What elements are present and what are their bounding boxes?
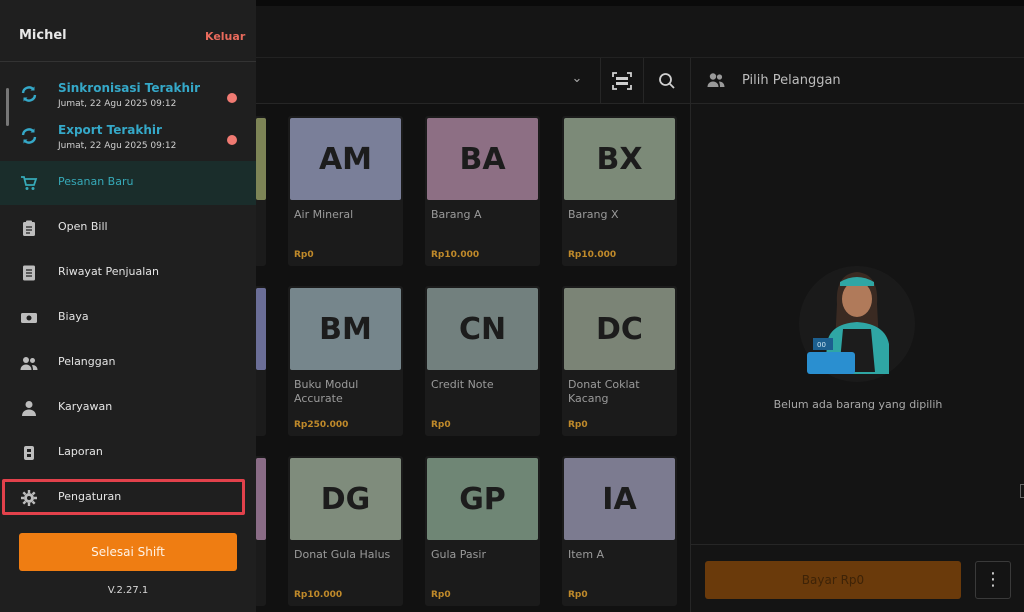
product-thumb <box>256 458 266 540</box>
product-price: Rp0 <box>294 250 314 260</box>
product-name: Item A <box>568 548 605 561</box>
cashier-illustration: 00 <box>799 266 915 382</box>
search-icon <box>659 73 675 89</box>
customer-placeholder: Pilih Pelanggan <box>742 73 841 88</box>
menu-label: Biaya <box>58 310 89 323</box>
product-thumb: CN <box>427 288 538 370</box>
product-price: Rp0 <box>431 420 451 430</box>
pos-app: ⌄ AM Air Mineral Rp0 BA Barang A Rp10.00… <box>0 0 1024 612</box>
barcode-scan-icon <box>612 72 632 90</box>
end-shift-button[interactable]: Selesai Shift <box>19 533 237 571</box>
menu-label: Open Bill <box>58 220 108 233</box>
app-version: V.2.27.1 <box>107 585 149 596</box>
product-thumb: BM <box>290 288 401 370</box>
product-thumb <box>256 118 266 200</box>
sidebar-item-laporan[interactable]: Laporan <box>0 431 256 475</box>
sync-title: Sinkronisasi Terakhir <box>58 81 201 95</box>
highlight-box <box>2 479 245 515</box>
product-name: Donat Gula Halus <box>294 548 391 561</box>
edge-handle <box>1020 484 1024 498</box>
pay-button[interactable]: Bayar Rp0 <box>705 561 961 599</box>
export-status-item[interactable]: Export Terakhir Jumat, 22 Agu 2025 09:12 <box>0 117 256 161</box>
product-card[interactable]: GP Gula Pasir Rp0 <box>425 456 540 606</box>
product-card[interactable]: BX Barang X Rp10.000 <box>562 116 677 266</box>
product-card[interactable]: BM Buku Modul Accurate Rp250.000 <box>288 286 403 436</box>
cart-footer: Bayar Rp0 ⋮ <box>691 544 1024 612</box>
menu-label: Laporan <box>58 445 103 458</box>
product-name: Barang A <box>431 208 482 221</box>
search-button[interactable] <box>644 58 690 104</box>
product-card[interactable]: DC Donat Coklat Kacang Rp0 <box>562 286 677 436</box>
menu-label: Riwayat Penjualan <box>58 265 160 278</box>
sidebar-item-open-bill[interactable]: Open Bill <box>0 206 256 250</box>
product-thumb: BA <box>427 118 538 200</box>
customer-selector[interactable]: Pilih Pelanggan <box>691 58 1024 104</box>
more-options-button[interactable]: ⋮ <box>975 561 1011 599</box>
product-card[interactable]: AM Air Mineral Rp0 <box>288 116 403 266</box>
product-price: Rp10.000 <box>431 250 480 260</box>
product-price: Rp250.000 <box>294 420 349 430</box>
product-price: Rp0 <box>431 590 451 600</box>
export-title: Export Terakhir <box>58 123 162 137</box>
person-icon <box>22 401 36 416</box>
money-icon <box>21 313 37 323</box>
menu-label: Pesanan Baru <box>58 175 134 188</box>
product-price: Rp0 <box>568 590 588 600</box>
sync-icon <box>21 86 37 102</box>
product-grid: AM Air Mineral Rp0 BA Barang A Rp10.000 … <box>254 104 690 612</box>
barcode-scan-button[interactable] <box>600 58 644 104</box>
product-card[interactable]: DG Donat Gula Halus Rp10.000 <box>288 456 403 606</box>
sidebar-menu: Michel Keluar Sinkronisasi Terakhir Juma… <box>0 0 256 612</box>
user-name: Michel <box>19 28 67 43</box>
sync-icon <box>21 128 37 144</box>
export-date: Jumat, 22 Agu 2025 09:12 <box>58 141 177 151</box>
product-thumb: IA <box>564 458 675 540</box>
logout-button[interactable]: Keluar <box>205 30 245 43</box>
product-name: Donat Coklat Kacang <box>568 378 640 405</box>
menu-label: Pelanggan <box>58 355 116 368</box>
sidebar-item-pelanggan[interactable]: Pelanggan <box>0 341 256 385</box>
product-name: Gula Pasir <box>431 548 486 561</box>
more-vertical-icon: ⋮ <box>984 569 1002 590</box>
product-toolbar: ⌄ <box>256 58 690 104</box>
report-icon <box>24 446 34 460</box>
document-icon <box>23 265 35 281</box>
product-name: Credit Note <box>431 378 494 391</box>
sidebar-header: Michel Keluar <box>0 0 256 62</box>
product-card[interactable]: CN Credit Note Rp0 <box>425 286 540 436</box>
product-name: Air Mineral <box>294 208 354 221</box>
users-icon <box>20 357 38 370</box>
product-price: Rp0 <box>568 420 588 430</box>
status-dot <box>227 93 237 103</box>
product-thumb <box>256 288 266 370</box>
product-name: Barang X <box>568 208 619 221</box>
sidebar-item-pesanan-baru[interactable]: Pesanan Baru <box>0 161 256 205</box>
product-thumb: DG <box>290 458 401 540</box>
svg-text:00: 00 <box>817 341 826 349</box>
chevron-down-icon[interactable]: ⌄ <box>568 70 586 88</box>
sync-status-item[interactable]: Sinkronisasi Terakhir Jumat, 22 Agu 2025… <box>0 75 256 119</box>
product-card[interactable]: IA Item A Rp0 <box>562 456 677 606</box>
product-name: Buku Modul Accurate <box>294 378 359 405</box>
sync-date: Jumat, 22 Agu 2025 09:12 <box>58 99 177 109</box>
menu-label: Karyawan <box>58 400 113 413</box>
product-price: Rp10.000 <box>294 590 343 600</box>
product-thumb: AM <box>290 118 401 200</box>
clipboard-icon <box>23 220 35 236</box>
sidebar-item-riwayat-penjualan[interactable]: Riwayat Penjualan <box>0 251 256 295</box>
product-thumb: DC <box>564 288 675 370</box>
cart-icon <box>21 176 38 190</box>
users-icon <box>707 73 725 87</box>
product-card[interactable]: BA Barang A Rp10.000 <box>425 116 540 266</box>
sidebar-item-biaya[interactable]: Biaya <box>0 296 256 340</box>
empty-cart-text: Belum ada barang yang dipilih <box>773 398 943 411</box>
cart-panel: Pilih Pelanggan 00 Belum ada barang yang… <box>690 58 1024 612</box>
status-dot <box>227 135 237 145</box>
sidebar-item-karyawan[interactable]: Karyawan <box>0 386 256 430</box>
product-price: Rp10.000 <box>568 250 617 260</box>
product-thumb: GP <box>427 458 538 540</box>
product-thumb: BX <box>564 118 675 200</box>
